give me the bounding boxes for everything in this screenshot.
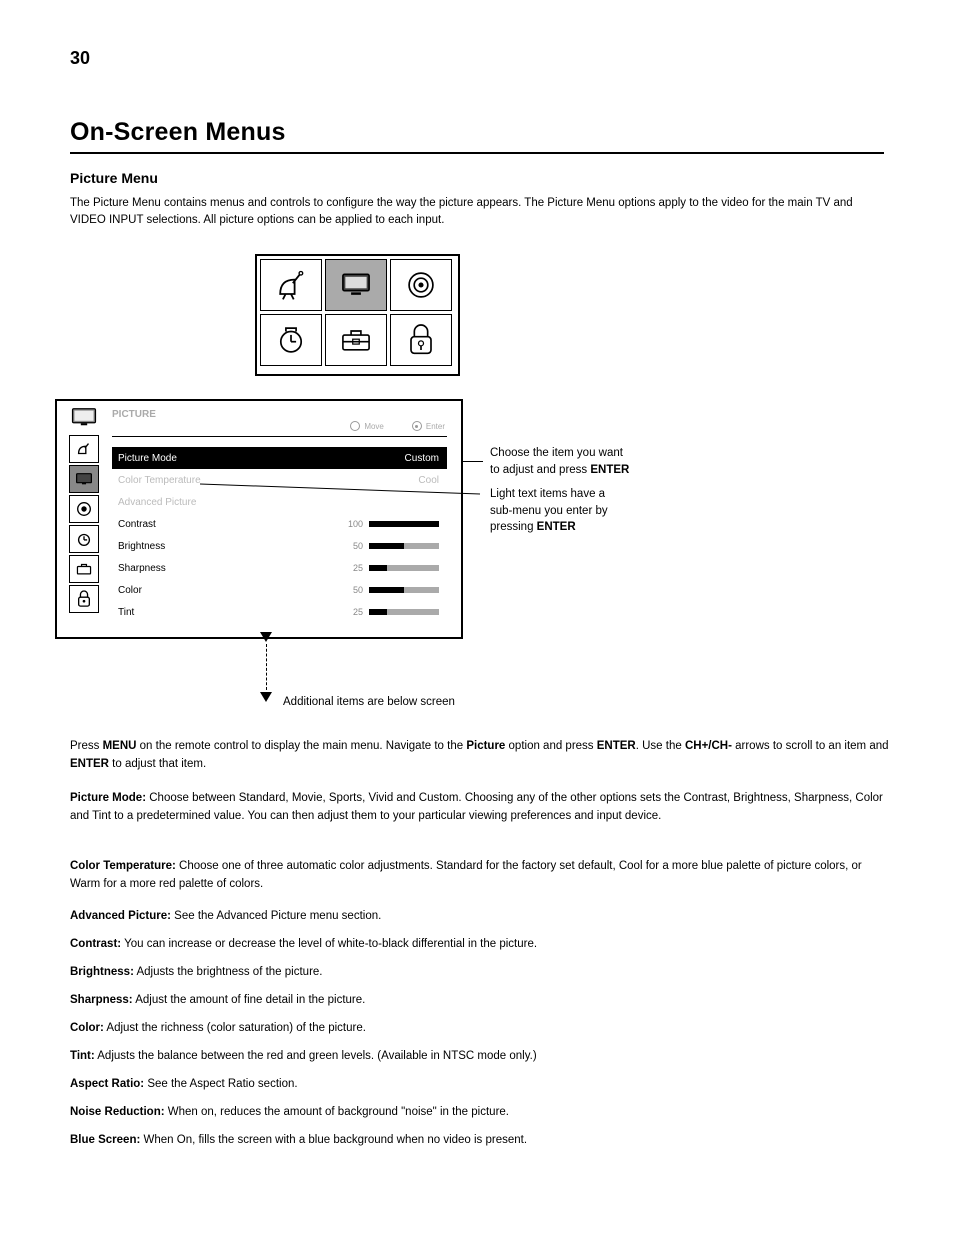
osd-row-contrast[interactable]: Contrast 100	[112, 513, 447, 535]
osd-nav-hints: Move Enter	[350, 421, 445, 431]
tv-screen-icon	[70, 407, 98, 427]
body-aspect-ratio: Aspect Ratio: See the Aspect Ratio secti…	[70, 1076, 890, 1100]
osd-sidebar	[69, 406, 99, 613]
slider-fill	[369, 521, 439, 527]
nav-pad-icon	[350, 421, 360, 431]
body-color-temperature: Color Temperature: Choose one of three a…	[70, 858, 890, 900]
osd-nav-enter-label: Enter	[426, 422, 445, 431]
osd-nav-move-label: Move	[364, 422, 384, 431]
osd-title: PICTURE	[112, 409, 156, 420]
arrow-down-icon	[260, 692, 272, 702]
lock-icon	[76, 590, 92, 608]
osd-side-lock[interactable]	[69, 585, 99, 613]
osd-header-rule	[112, 436, 447, 437]
body-brightness: Brightness: Adjusts the brightness of th…	[70, 964, 890, 988]
osd-side-channel[interactable]	[69, 435, 99, 463]
slider-bar	[369, 565, 439, 571]
body-contrast: Contrast: You can increase or decrease t…	[70, 936, 890, 960]
osd-row-label: Picture Mode	[118, 453, 177, 464]
osd-row-label: Tint	[118, 607, 134, 618]
slider-fill	[369, 543, 404, 549]
callout-connector-line	[200, 480, 485, 500]
osd-row-picture-mode[interactable]: Picture Mode Custom	[112, 447, 447, 469]
body-advanced-picture: Advanced Picture: See the Advanced Pictu…	[70, 908, 890, 932]
osd-row-value: 100	[345, 519, 363, 529]
clock-icon	[75, 530, 93, 548]
osd-side-sound[interactable]	[69, 495, 99, 523]
body-instruction: Press MENU on the remote control to disp…	[70, 738, 890, 780]
osd-nav-move: Move	[350, 421, 384, 431]
toolbox-icon	[338, 325, 374, 355]
scroll-down-indicator	[260, 632, 272, 702]
body-sharpness: Sharpness: Adjust the amount of fine det…	[70, 992, 890, 1016]
speaker-icon	[75, 500, 93, 518]
osd-row-value: 25	[345, 607, 363, 617]
body-blue-screen: Blue Screen: When On, fills the screen w…	[70, 1132, 890, 1156]
osd-row-label: Color	[118, 585, 142, 596]
satellite-dish-icon	[75, 440, 93, 458]
osd-current-category-icon	[69, 406, 99, 428]
osd-row-label: Advanced Picture	[118, 497, 196, 508]
body-noise-reduction: Noise Reduction: When on, reduces the am…	[70, 1104, 890, 1128]
osd-row-label: Color Temperature	[118, 475, 201, 486]
main-menu-icon-grid	[255, 254, 460, 376]
slider-bar	[369, 587, 439, 593]
osd-row-label: Contrast	[118, 519, 156, 530]
osd-row-label: Brightness	[118, 541, 165, 552]
slider-bar	[369, 521, 439, 527]
body-color: Color: Adjust the richness (color satura…	[70, 1020, 890, 1044]
body-tint: Tint: Adjusts the balance between the re…	[70, 1048, 890, 1072]
slider-bar	[369, 543, 439, 549]
osd-row-label: Sharpness	[118, 563, 166, 574]
additional-items-note: Additional items are below screen	[283, 696, 455, 708]
slider-fill	[369, 587, 404, 593]
section-title: On-Screen Menus	[70, 118, 884, 147]
time-icon-cell[interactable]	[260, 314, 322, 366]
clock-icon	[274, 323, 308, 357]
picture-icon-cell[interactable]	[325, 259, 387, 311]
intro-paragraph: The Picture Menu contains menus and cont…	[70, 195, 890, 230]
title-rule	[70, 152, 884, 154]
callout-line	[463, 461, 483, 462]
osd-row-tint[interactable]: Tint 25	[112, 601, 447, 623]
osd-row-sharpness[interactable]: Sharpness 25	[112, 557, 447, 579]
osd-rows: Picture Mode Custom Color Temperature Co…	[112, 447, 447, 623]
enter-dot-icon	[412, 421, 422, 431]
callout-choose-item: Choose the item you want to adjust and p…	[490, 445, 750, 478]
slider-bar	[369, 609, 439, 615]
setup-icon-cell[interactable]	[325, 314, 387, 366]
subheading: Picture Menu	[70, 170, 158, 186]
tv-screen-icon	[338, 270, 374, 300]
osd-row-value: Custom	[405, 453, 439, 464]
dashed-line	[266, 644, 267, 690]
picture-osd-panel: PICTURE Move Enter Picture Mode Custom C…	[55, 399, 463, 639]
slider-fill	[369, 565, 387, 571]
osd-side-picture[interactable]	[69, 465, 99, 493]
osd-side-time[interactable]	[69, 525, 99, 553]
osd-row-value: 25	[345, 563, 363, 573]
slider-fill	[369, 609, 387, 615]
channel-icon-cell[interactable]	[260, 259, 322, 311]
osd-side-setup[interactable]	[69, 555, 99, 583]
osd-row-value: 50	[345, 585, 363, 595]
toolbox-icon	[75, 561, 93, 577]
page-number: 30	[70, 48, 90, 69]
sound-icon-cell[interactable]	[390, 259, 452, 311]
tv-screen-icon	[75, 472, 93, 486]
callout-submenu: Light text items have a sub-menu you ent…	[490, 486, 750, 536]
body-picture-mode: Picture Mode: Choose between Standard, M…	[70, 790, 890, 832]
osd-row-color[interactable]: Color 50	[112, 579, 447, 601]
speaker-icon	[404, 268, 438, 302]
lock-icon	[406, 323, 436, 357]
osd-row-brightness[interactable]: Brightness 50	[112, 535, 447, 557]
osd-nav-enter: Enter	[412, 421, 445, 431]
satellite-dish-icon	[273, 267, 309, 303]
lock-icon-cell[interactable]	[390, 314, 452, 366]
osd-row-value: 50	[345, 541, 363, 551]
arrow-down-icon	[260, 632, 272, 642]
